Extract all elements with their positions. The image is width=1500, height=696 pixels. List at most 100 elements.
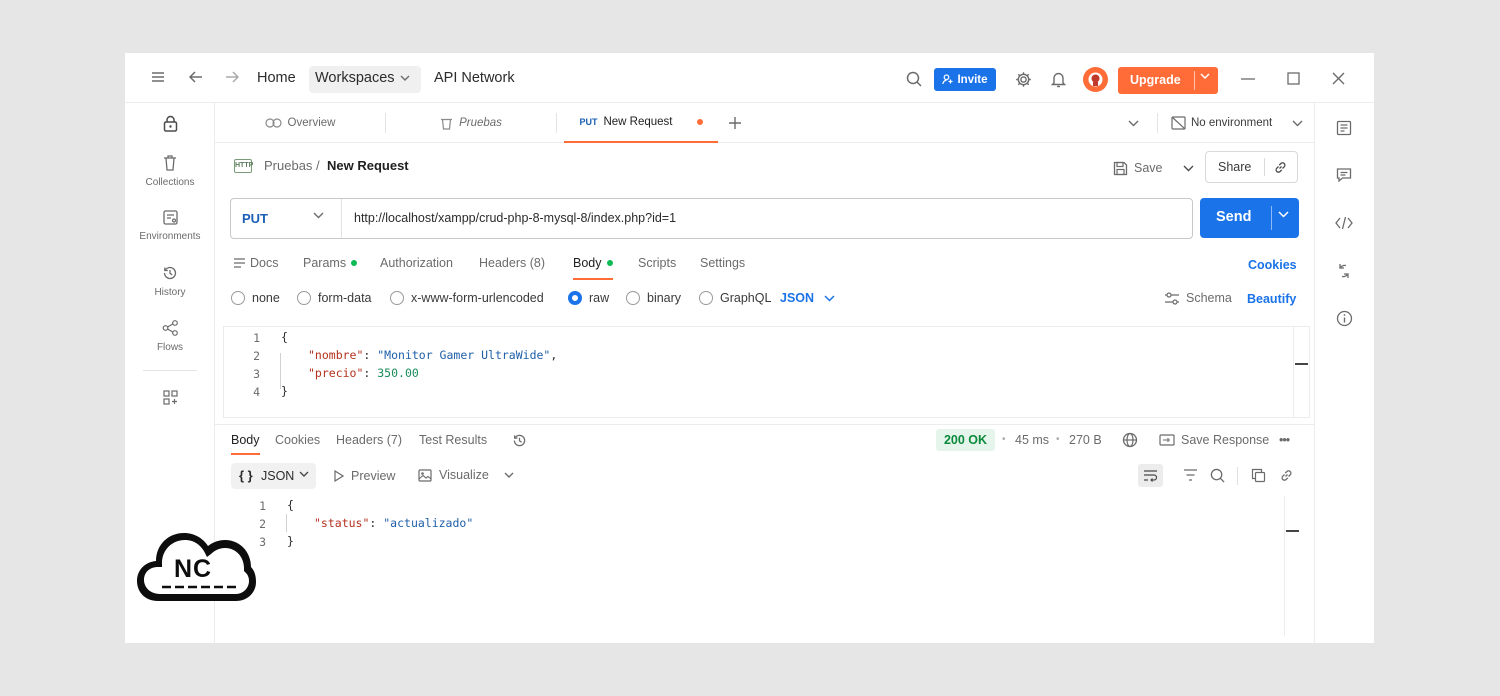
breadcrumb-parent[interactable]: Pruebas: [264, 158, 312, 173]
tab-body[interactable]: Body: [573, 256, 613, 280]
info-icon[interactable]: [1336, 310, 1353, 327]
sidebar-item-history[interactable]: History: [125, 265, 215, 298]
tab-scripts[interactable]: Scripts: [638, 256, 676, 270]
code-icon[interactable]: [1335, 215, 1353, 231]
tab-headers[interactable]: Headers (8): [479, 256, 545, 270]
json-colon: :: [363, 366, 378, 380]
upgrade-button[interactable]: Upgrade: [1118, 67, 1218, 94]
home-link[interactable]: Home: [257, 70, 296, 86]
visualize-button[interactable]: Visualize: [418, 468, 514, 482]
sidebar-item-environments[interactable]: Environments: [125, 210, 215, 242]
radio-graphql[interactable]: GraphQL: [699, 291, 771, 305]
response-tab-headers[interactable]: Headers (7): [336, 433, 402, 447]
chevron-down-icon[interactable]: [1200, 73, 1210, 80]
plus-icon[interactable]: [728, 116, 742, 130]
save-icon: [1113, 161, 1128, 176]
search-icon[interactable]: [1210, 468, 1225, 483]
save-button[interactable]: Save: [1113, 155, 1194, 181]
chevron-down-icon[interactable]: [1183, 165, 1194, 172]
chevron-down-icon: [299, 471, 309, 478]
response-tab-cookies[interactable]: Cookies: [275, 433, 320, 447]
sidebar-item-lock[interactable]: [125, 115, 215, 135]
lock-icon: [163, 115, 178, 132]
comments-icon[interactable]: [1336, 167, 1352, 183]
history-icon: [162, 265, 178, 281]
close-icon[interactable]: [1332, 72, 1345, 85]
radio-none[interactable]: none: [231, 291, 280, 305]
tab-new-request[interactable]: PUT New Request: [564, 103, 718, 143]
radio-binary[interactable]: binary: [626, 291, 681, 305]
status-badge[interactable]: 200 OK: [936, 429, 995, 451]
back-arrow-icon[interactable]: [189, 71, 203, 83]
tab-pruebas[interactable]: Pruebas: [386, 103, 556, 143]
tab-docs[interactable]: Docs: [234, 256, 278, 270]
schema-button[interactable]: Schema: [1164, 291, 1232, 305]
radio-urlencoded[interactable]: x-www-form-urlencoded: [390, 291, 544, 305]
http-badge: HTTP: [234, 159, 253, 173]
meta-separator: •: [1056, 434, 1060, 445]
workspaces-button[interactable]: Workspaces: [309, 66, 421, 93]
play-icon: [334, 470, 344, 482]
more-options-icon[interactable]: •••: [1279, 433, 1290, 447]
copy-icon[interactable]: [1251, 468, 1266, 483]
response-format-select[interactable]: { } JSON: [231, 463, 316, 489]
api-network-link[interactable]: API Network: [434, 70, 515, 86]
search-icon[interactable]: [906, 71, 922, 87]
tab-authorization[interactable]: Authorization: [380, 256, 453, 270]
minimize-icon[interactable]: [1241, 78, 1255, 80]
response-body-viewer[interactable]: 1 { 2 "status": "actualizado" 3 }: [223, 496, 1310, 636]
history-icon[interactable]: [512, 433, 527, 448]
wrap-lines-button[interactable]: [1138, 464, 1163, 487]
code-brace: }: [287, 534, 294, 548]
link-icon[interactable]: [1279, 468, 1294, 483]
postman-window: Home Workspaces API Network Invite Upgra…: [125, 53, 1374, 643]
cookies-link[interactable]: Cookies: [1248, 258, 1297, 272]
chevron-down-icon[interactable]: [1128, 120, 1139, 127]
tab-overview[interactable]: Overview: [215, 103, 385, 143]
json-comma: ,: [550, 348, 558, 362]
filter-icon[interactable]: [1183, 469, 1198, 481]
gear-icon[interactable]: [1015, 71, 1032, 88]
preview-button[interactable]: Preview: [334, 469, 395, 483]
radio-raw[interactable]: raw: [568, 291, 609, 305]
forward-arrow-icon[interactable]: [225, 71, 239, 83]
share-button[interactable]: Share: [1205, 151, 1298, 183]
radio-form-data[interactable]: form-data: [297, 291, 372, 305]
tab-settings[interactable]: Settings: [700, 256, 745, 270]
response-tab-body[interactable]: Body: [231, 433, 260, 455]
globe-icon[interactable]: [1122, 432, 1138, 448]
method-select[interactable]: PUT: [242, 211, 268, 226]
request-body-editor[interactable]: 1 { 2 "nombre": "Monitor Gamer UltraWide…: [223, 326, 1310, 418]
editor-scrollbar-thumb[interactable]: [1295, 363, 1308, 365]
beautify-button[interactable]: Beautify: [1247, 292, 1296, 306]
breadcrumb-current[interactable]: New Request: [327, 158, 409, 173]
sidebar-item-more-apps[interactable]: [125, 390, 215, 408]
chevron-down-icon[interactable]: [1278, 211, 1289, 218]
api-docs-icon[interactable]: [1336, 120, 1352, 136]
maximize-icon[interactable]: [1287, 72, 1300, 85]
url-input[interactable]: http://localhost/xampp/crud-php-8-mysql-…: [354, 211, 676, 225]
body-format-select[interactable]: JSON: [780, 291, 835, 305]
environment-selector[interactable]: No environment: [1168, 103, 1314, 143]
chevron-down-icon[interactable]: [504, 472, 514, 479]
response-size[interactable]: 270 B: [1069, 433, 1102, 447]
chevron-down-icon[interactable]: [313, 212, 324, 219]
save-response-button[interactable]: Save Response: [1159, 433, 1269, 447]
sidebar-item-flows[interactable]: Flows: [125, 320, 215, 353]
avatar[interactable]: [1083, 67, 1108, 92]
invite-button[interactable]: Invite: [934, 68, 996, 91]
tab-params[interactable]: Params: [303, 256, 358, 270]
response-tab-test-results[interactable]: Test Results: [419, 433, 487, 447]
sidebar-item-collections[interactable]: Collections: [125, 155, 215, 188]
bell-icon[interactable]: [1051, 71, 1066, 88]
send-button[interactable]: Send: [1200, 198, 1299, 238]
related-collections-icon[interactable]: [1337, 263, 1351, 279]
line-number: 3: [253, 367, 260, 381]
radio-label: x-www-form-urlencoded: [411, 291, 544, 305]
response-time[interactable]: 45 ms: [1015, 433, 1049, 447]
tab-settings-label: Settings: [700, 256, 746, 270]
response-scrollbar-thumb[interactable]: [1286, 530, 1299, 532]
avatar-icon: [1088, 72, 1103, 87]
menu-icon[interactable]: [151, 71, 165, 83]
link-icon[interactable]: [1273, 160, 1288, 175]
